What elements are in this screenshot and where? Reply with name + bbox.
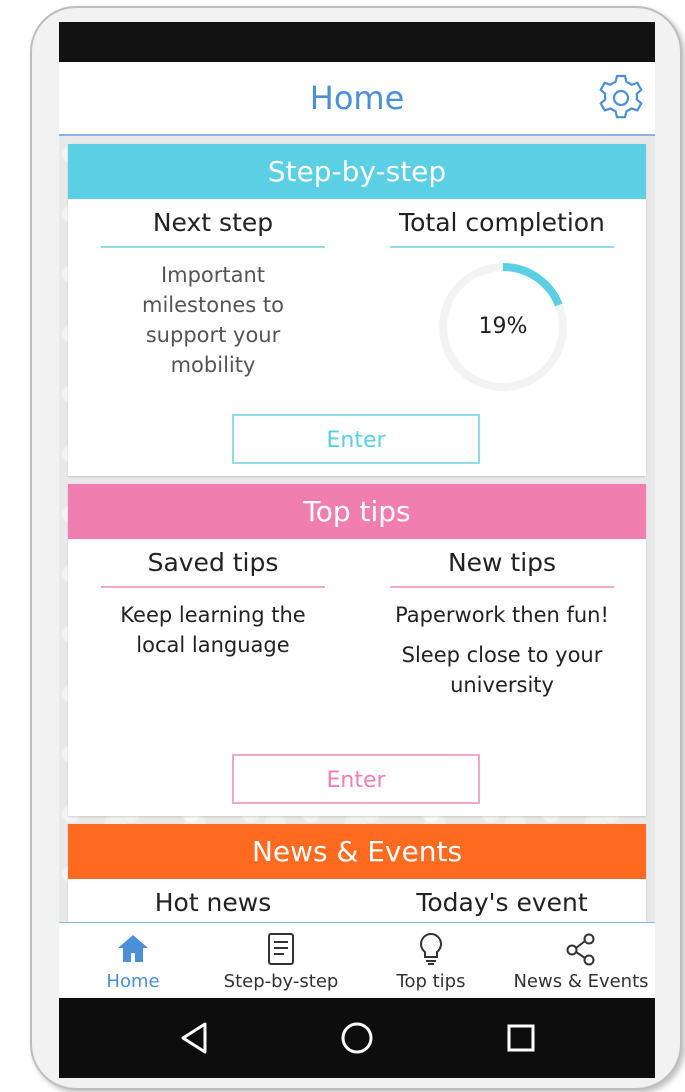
- news-events-card-header: News & Events: [68, 824, 646, 879]
- home-content[interactable]: Step-by-step Next step Important milesto…: [59, 136, 655, 922]
- step-by-step-card-header: Step-by-step: [68, 144, 646, 199]
- next-step-text: Important milestones to support your mob…: [142, 263, 284, 377]
- total-completion-section: Total completion: [390, 206, 614, 248]
- top-tips-enter-button[interactable]: Enter: [232, 754, 480, 804]
- nav-step-by-step-label: Step-by-step: [223, 971, 339, 992]
- hot-news-title: Hot news: [101, 886, 325, 922]
- top-tips-card: Top tips Saved tips Keep learning the lo…: [68, 484, 646, 816]
- nav-home-label: Home: [106, 971, 160, 992]
- completion-progress-ring: 19%: [436, 260, 570, 394]
- nav-top-tips[interactable]: Top tips: [379, 923, 483, 999]
- status-bar: [59, 22, 655, 62]
- top-tips-card-header: Top tips: [68, 484, 646, 539]
- app-header: Home: [59, 62, 655, 136]
- recents-square-icon: [507, 1024, 535, 1052]
- nav-top-tips-label: Top tips: [396, 971, 466, 992]
- share-icon: [566, 933, 595, 966]
- bottom-navigation: Home Step-by-step Top tips News & Events: [59, 922, 655, 998]
- new-tips-section: New tips Paperwork then fun! Sleep close…: [390, 546, 614, 700]
- next-step-title: Next step: [101, 206, 325, 248]
- saved-tip-item[interactable]: Keep learning the local language: [101, 600, 325, 660]
- page-title: Home: [309, 79, 405, 117]
- todays-event-title: Today's event: [390, 886, 614, 922]
- saved-tips-section: Saved tips Keep learning the local langu…: [101, 546, 325, 660]
- android-navigation-bar: [59, 998, 655, 1078]
- total-completion-title: Total completion: [390, 206, 614, 248]
- nav-news-events-label: News & Events: [513, 971, 649, 992]
- todays-event-section: Today's event: [390, 886, 614, 922]
- completion-percent: 19%: [478, 314, 528, 339]
- gear-icon: [599, 74, 643, 119]
- home-circle-icon: [341, 1022, 373, 1054]
- next-step-section: Next step Important milestones to suppor…: [101, 206, 325, 380]
- android-back-button[interactable]: [173, 1016, 217, 1060]
- android-recents-button[interactable]: [499, 1016, 543, 1060]
- saved-tips-title: Saved tips: [101, 546, 325, 588]
- document-icon: [268, 933, 294, 965]
- nav-home[interactable]: Home: [73, 923, 193, 999]
- hot-news-section: Hot news: [101, 886, 325, 922]
- news-events-card: News & Events Hot news Today's event: [68, 824, 646, 922]
- step-by-step-enter-button[interactable]: Enter: [232, 414, 480, 464]
- app-screen: Home Step-by-step Next step Important mi…: [59, 22, 655, 1078]
- home-icon: [118, 935, 148, 962]
- nav-step-by-step[interactable]: Step-by-step: [219, 923, 343, 999]
- nav-news-events[interactable]: News & Events: [509, 923, 653, 999]
- android-home-button[interactable]: [335, 1016, 379, 1060]
- new-tip-item[interactable]: Sleep close to your university: [390, 640, 614, 700]
- new-tips-title: New tips: [390, 546, 614, 588]
- lightbulb-icon: [420, 932, 442, 965]
- step-by-step-card: Step-by-step Next step Important milesto…: [68, 144, 646, 476]
- new-tip-item[interactable]: Paperwork then fun!: [390, 600, 614, 630]
- settings-button[interactable]: [595, 72, 647, 124]
- back-triangle-icon: [181, 1022, 207, 1054]
